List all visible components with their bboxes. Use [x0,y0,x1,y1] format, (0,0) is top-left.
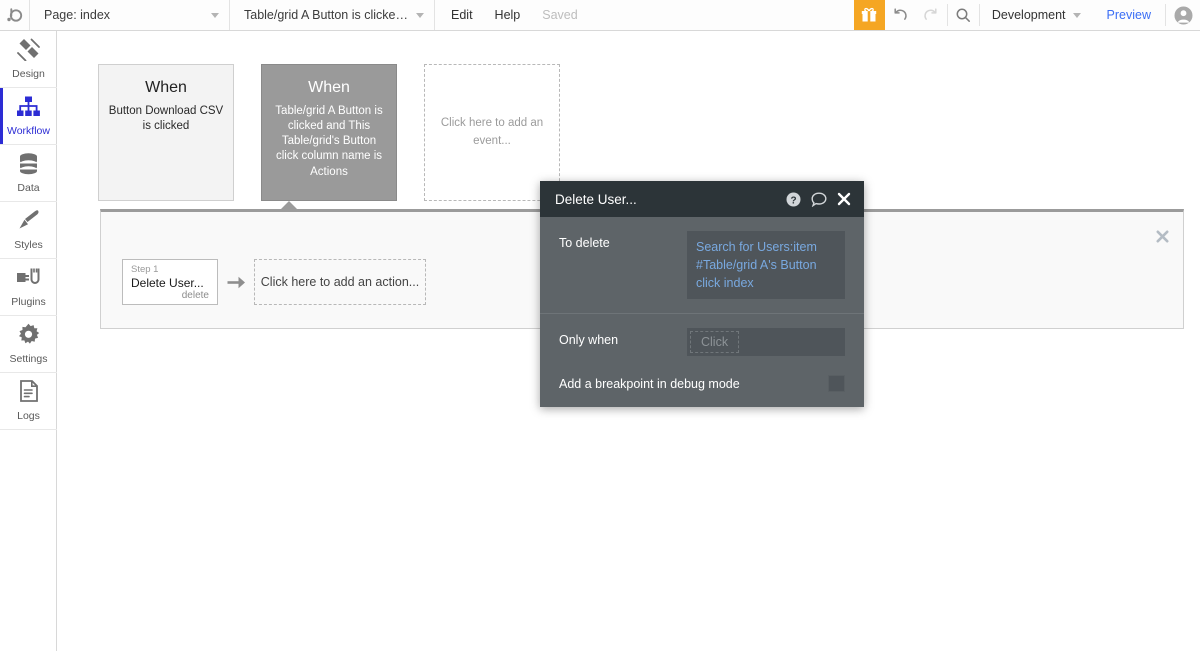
close-icon[interactable] [837,192,851,206]
event-card-table-grid-a-button[interactable]: When Table/grid A Button is clicked and … [261,64,397,201]
close-icon[interactable] [1156,230,1169,243]
field-to-delete: To delete Search for Users:item #Table/g… [540,217,864,315]
event-when-label: When [308,79,350,96]
workflow-icon [16,96,41,123]
menu-help[interactable]: Help [495,8,521,22]
event-cards-row: When Button Download CSV is clicked When… [98,64,560,201]
sidebar-item-label: Logs [17,410,40,423]
sidebar-item-label: Workflow [7,124,50,137]
sidebar-item-workflow[interactable]: Workflow [0,88,57,145]
settings-icon [17,323,40,351]
left-sidebar: Design Workflow Data Styles Plugins Sett… [0,31,63,651]
chevron-down-icon [1072,12,1081,18]
action-properties-modal: Delete User... ? To delete Search for Us… [540,181,864,408]
add-event-label: Click here to add an event... [440,116,544,147]
design-icon [16,38,41,66]
sidebar-item-settings[interactable]: Settings [0,316,57,373]
data-icon [17,152,40,180]
step-card-delete-user[interactable]: Step 1 Delete User... delete [122,259,218,305]
sidebar-item-plugins[interactable]: Plugins [0,259,57,316]
user-avatar-icon[interactable] [1166,0,1200,30]
to-delete-value-box[interactable]: Search for Users:item #Table/grid A's Bu… [687,231,845,300]
styles-icon [17,209,41,237]
preview-button-label: Preview [1106,8,1151,22]
event-description: Table/grid A Button is clicked and This … [275,104,383,178]
workflow-canvas: When Button Download CSV is clicked When… [58,31,1200,651]
search-icon[interactable] [948,0,979,30]
field-label: Only when [559,333,619,348]
plugins-icon [16,267,41,294]
preview-button[interactable]: Preview [1093,0,1165,30]
step-subtitle: delete [181,290,209,302]
top-bar: Page: index Table/grid A Button is click… [0,0,1200,31]
svg-text:?: ? [790,195,796,206]
sidebar-item-styles[interactable]: Styles [0,202,57,259]
only-when-input[interactable]: Click [687,328,845,357]
arrow-right-icon [218,275,254,290]
gift-icon[interactable] [853,0,885,30]
version-selector-label: Development [991,8,1066,22]
add-action-placeholder[interactable]: Click here to add an action... [254,259,426,305]
field-breakpoint: Add a breakpoint in debug mode [540,370,864,407]
add-action-label: Click here to add an action... [260,275,420,289]
modal-title: Delete User... [555,191,637,207]
sidebar-item-data[interactable]: Data [0,145,57,202]
selected-event-pointer [280,201,298,210]
version-selector[interactable]: Development [980,0,1093,30]
chevron-down-icon [416,12,424,18]
top-menu: Edit Help Saved [435,0,594,30]
to-delete-expression[interactable]: Search for Users:item #Table/grid A's Bu… [696,240,817,290]
topbar-right: Development Preview [853,0,1200,30]
breakpoint-checkbox[interactable] [828,375,845,393]
chevron-down-icon [211,12,219,18]
undo-icon[interactable] [885,0,916,30]
event-description: Button Download CSV is clicked [108,104,224,132]
bubble-logo-icon[interactable] [0,0,30,30]
sidebar-item-label: Data [17,182,40,195]
workflow-selector[interactable]: Table/grid A Button is clicked an... [230,0,435,30]
sidebar-item-design[interactable]: Design [0,31,57,88]
sidebar-item-label: Design [12,68,45,81]
event-when-label: When [145,79,187,96]
comment-icon[interactable] [811,191,827,207]
steps-row: Step 1 Delete User... delete Click here … [122,259,426,305]
redo-icon[interactable] [916,0,947,30]
field-label: To delete [559,236,610,250]
modal-header: Delete User... ? [540,181,864,217]
sidebar-item-label: Settings [9,353,48,366]
help-circle-icon[interactable]: ? [786,192,801,207]
only-when-placeholder[interactable]: Click [690,331,740,354]
logs-icon [19,380,39,408]
step-number: Step 1 [131,264,159,275]
breakpoint-label: Add a breakpoint in debug mode [559,376,740,391]
workflow-selector-label: Table/grid A Button is clicked an... [244,8,409,22]
modal-header-icons: ? [786,191,851,207]
modal-body: To delete Search for Users:item #Table/g… [540,217,864,407]
page-selector[interactable]: Page: index [30,0,230,30]
sidebar-item-logs[interactable]: Logs [0,373,57,430]
step-title: Delete User... [131,275,204,290]
field-only-when: Only when Click [540,314,864,370]
save-status: Saved [542,8,578,22]
page-selector-label: Page: index [44,8,111,22]
sidebar-item-label: Plugins [11,295,46,308]
menu-edit[interactable]: Edit [451,8,473,22]
sidebar-item-label: Styles [14,239,43,252]
event-card-download-csv[interactable]: When Button Download CSV is clicked [98,64,234,201]
